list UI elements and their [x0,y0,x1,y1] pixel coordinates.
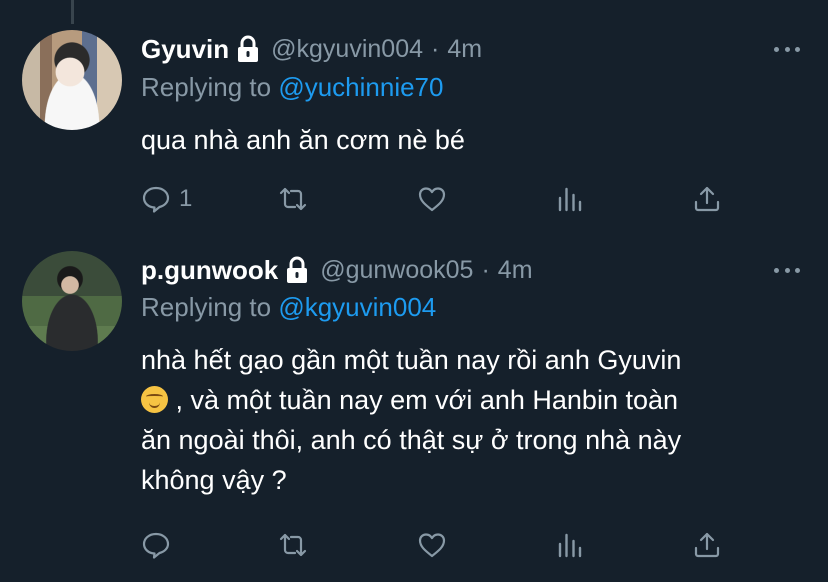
mention-link[interactable]: @yuchinnie70 [278,72,443,102]
replying-to: Replying to @yuchinnie70 [141,72,443,103]
tweet-text-line: , và một tuần nay em với anh Hanbin toàn [175,385,679,415]
retweet-button[interactable] [278,530,308,560]
share-button[interactable] [692,530,722,560]
display-name[interactable]: p.gunwook [141,255,278,286]
lock-icon [284,256,310,284]
timestamp[interactable]: 4m [447,35,482,64]
tweet[interactable]: p.gunwook @gunwook05 · 4m Replying to @k… [0,240,828,582]
smiling-face-emoji-icon [141,386,168,413]
tweet-actions: 1 [141,184,731,214]
tweet-text-line: nhà hết gạo gần một tuần nay rồi anh Gyu… [141,345,682,375]
heart-icon [418,187,446,212]
analytics-button[interactable] [555,530,585,560]
like-button[interactable] [417,530,447,560]
replying-to: Replying to @kgyuvin004 [141,292,436,323]
tweet-text-line: qua nhà anh ăn cơm nè bé [141,125,465,155]
reply-icon [142,532,170,559]
more-options-icon[interactable] [774,265,800,275]
separator-dot: · [431,34,440,63]
tweet-header: Gyuvin @kgyuvin004 · 4m [141,32,482,66]
analytics-button[interactable] [555,184,585,214]
reply-button[interactable]: 1 [141,184,192,214]
more-options-icon[interactable] [774,44,800,54]
lock-icon [235,35,261,63]
tweet-text-line-with-emoji: , và một tuần nay em với anh Hanbin toàn [141,380,811,420]
retweet-button[interactable] [278,184,308,214]
retweet-icon [279,187,307,211]
tweet-text: nhà hết gạo gần một tuần nay rồi anh Gyu… [141,340,811,500]
separator-dot: · [481,255,490,284]
display-name[interactable]: Gyuvin [141,34,229,65]
share-icon [694,186,720,212]
tweet-actions [141,530,731,560]
user-handle[interactable]: @gunwook05 [320,256,473,285]
analytics-icon [558,533,582,558]
heart-icon [418,533,446,558]
tweet-header: p.gunwook @gunwook05 · 4m [141,253,533,287]
mention-link[interactable]: @kgyuvin004 [278,292,436,322]
user-handle[interactable]: @kgyuvin004 [271,35,423,64]
share-icon [694,532,720,558]
reply-icon [142,186,170,213]
tweet[interactable]: Gyuvin @kgyuvin004 · 4m Replying to @yuc… [0,0,828,240]
tweet-text-line: ăn ngoài thôi, anh có thật sự ở trong nh… [141,425,682,455]
tweet-text-line: không vậy ? [141,465,287,495]
avatar[interactable] [22,30,122,130]
timeline: Gyuvin @kgyuvin004 · 4m Replying to @yuc… [0,0,828,582]
retweet-icon [279,533,307,557]
share-button[interactable] [692,184,722,214]
avatar[interactable] [22,251,122,351]
reply-button[interactable] [141,530,179,560]
replying-to-label: Replying to [141,72,272,102]
like-button[interactable] [417,184,447,214]
timestamp[interactable]: 4m [498,256,533,285]
tweet-text: qua nhà anh ăn cơm nè bé [141,120,811,160]
analytics-icon [558,187,582,212]
reply-count: 1 [179,185,193,212]
replying-to-label: Replying to [141,292,272,322]
